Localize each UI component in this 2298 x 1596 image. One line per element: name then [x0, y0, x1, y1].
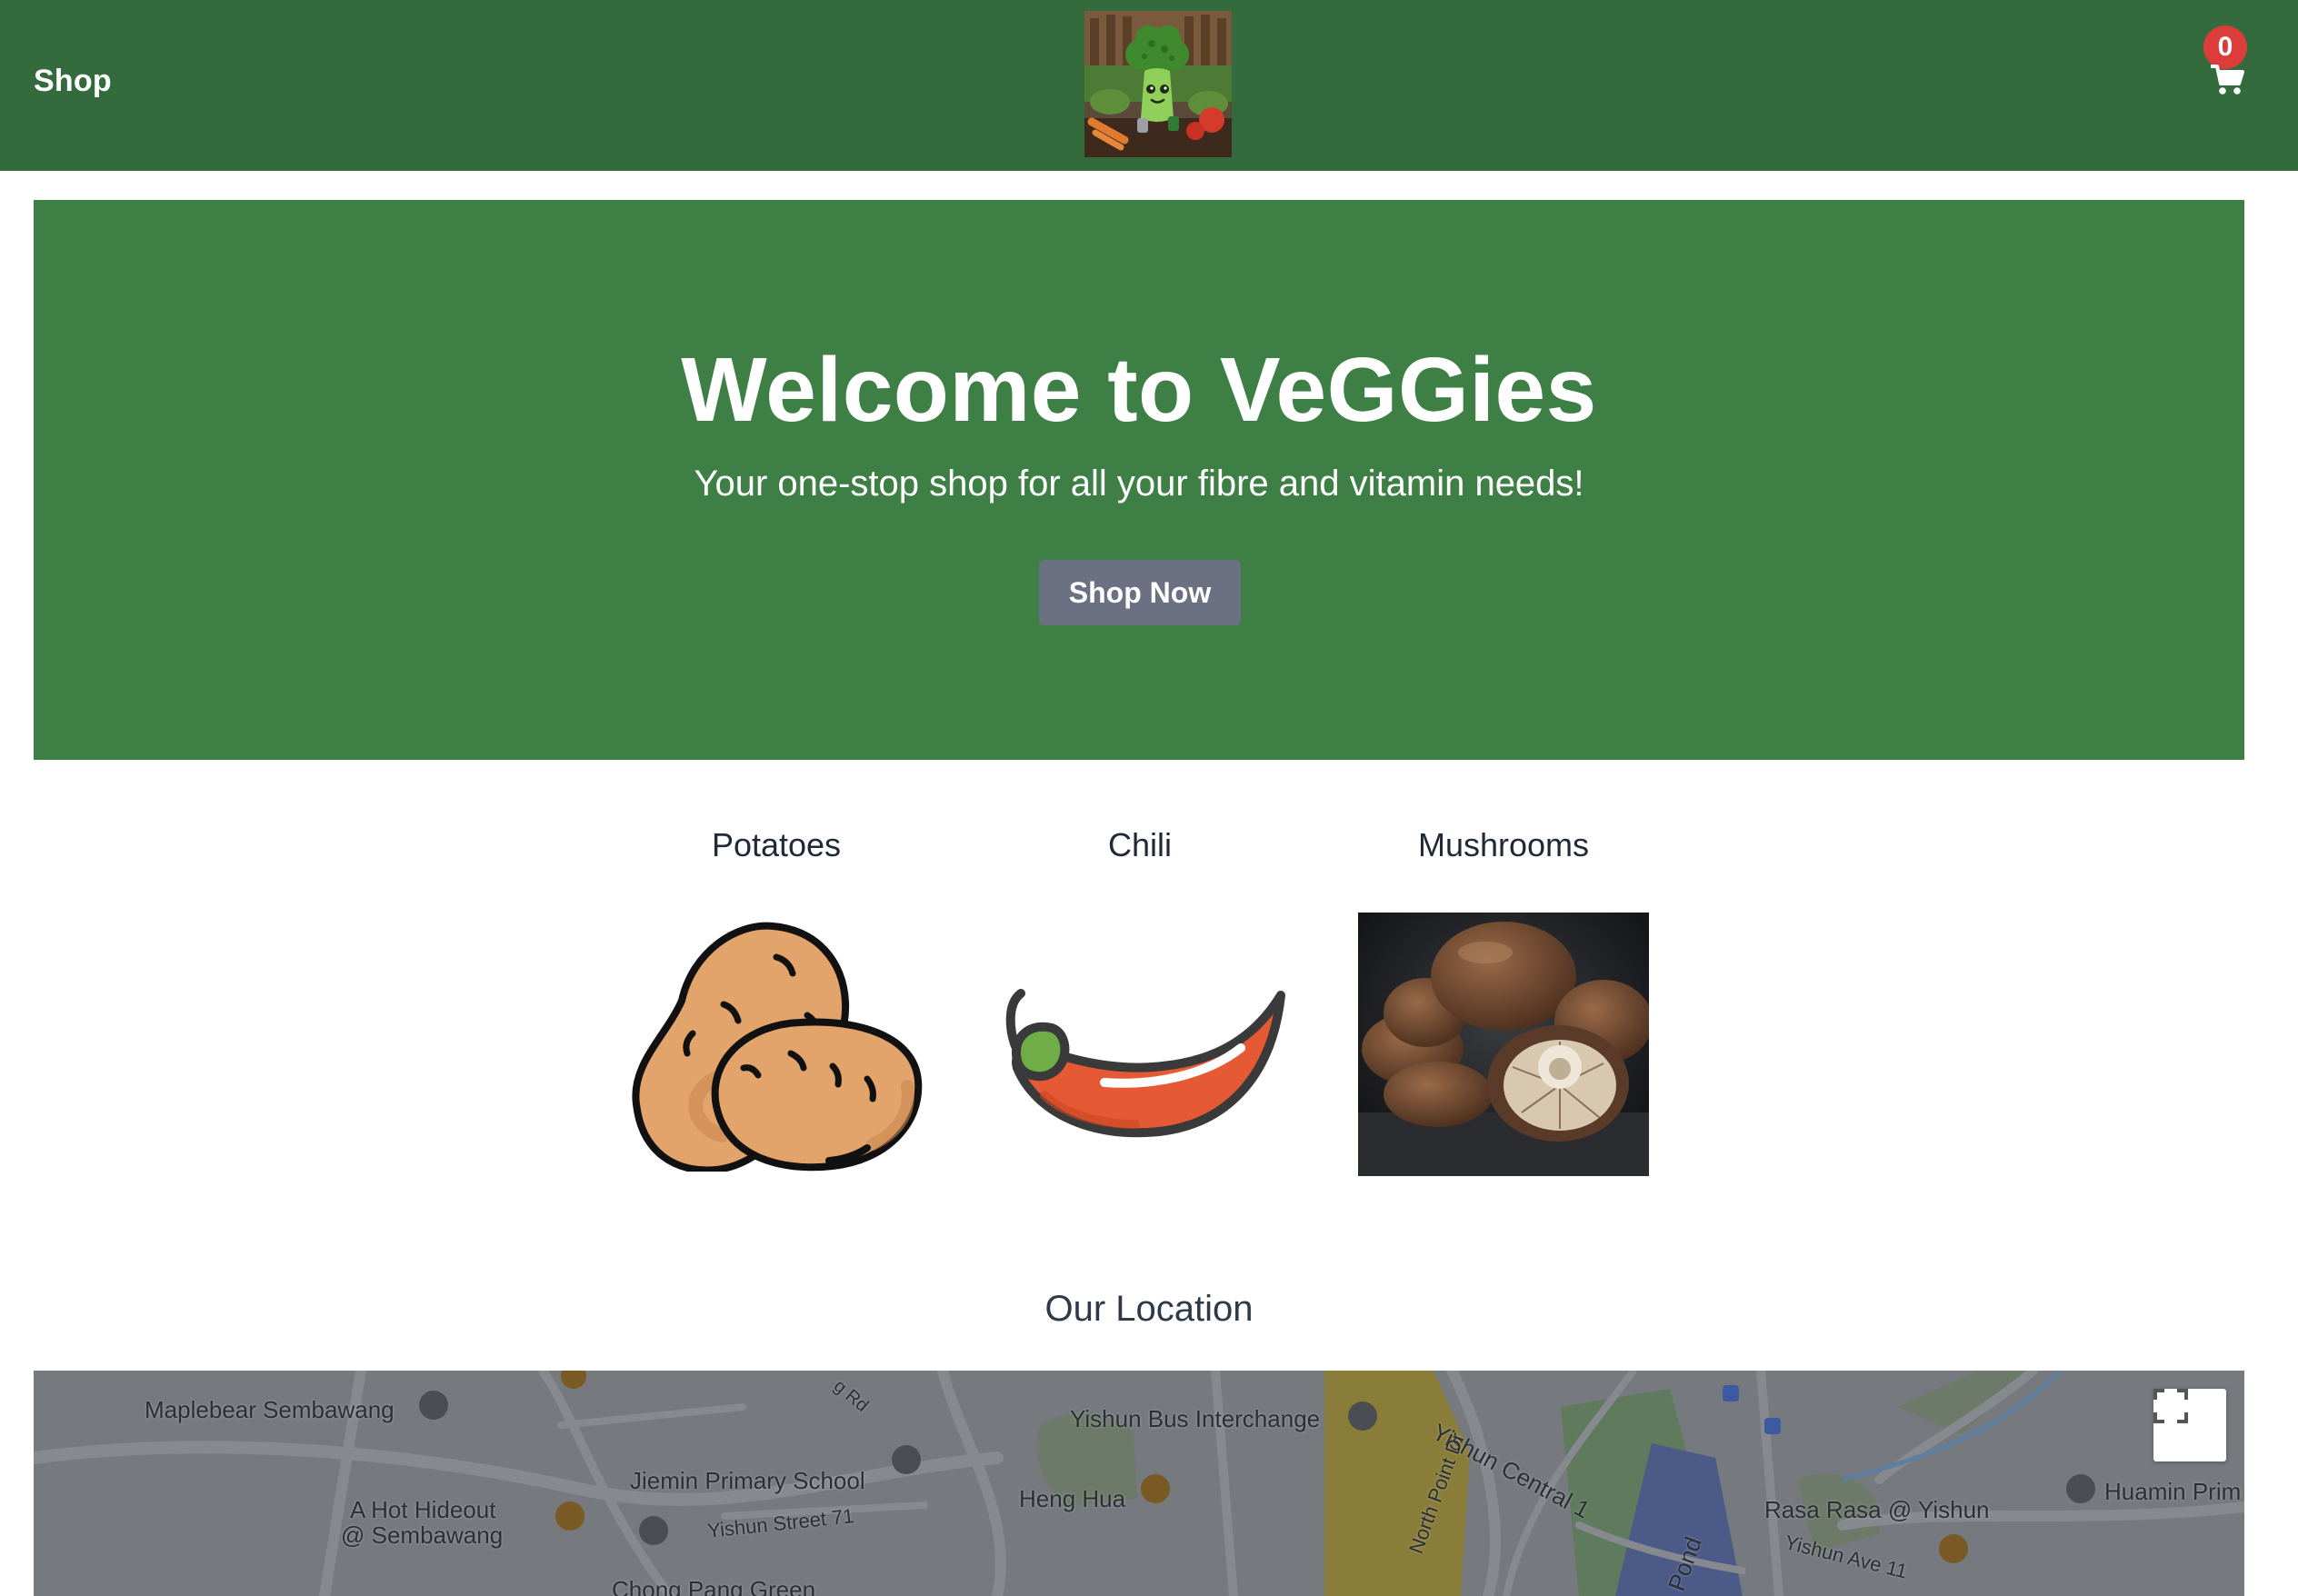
product-card-chili[interactable]: Chili	[958, 818, 1322, 1138]
product-name: Mushrooms	[1417, 826, 1590, 863]
potato-icon[interactable]	[629, 913, 924, 1174]
broccoli-mascot-icon[interactable]	[1084, 11, 1232, 157]
embedded-map[interactable]: Maplebear Sembawang Yishun Bus Interchan…	[34, 1371, 2244, 1596]
mushroom-photo[interactable]	[1358, 913, 1653, 1176]
map-label: Jiemin Primary School	[630, 1467, 865, 1494]
map-label: Heng Hua	[1019, 1485, 1126, 1512]
fullscreen-button[interactable]	[2153, 1389, 2226, 1461]
product-name: Potatoes	[711, 826, 842, 863]
shop-now-button[interactable]: Shop Now	[1039, 560, 1241, 625]
map-label: Yishun Bus Interchange	[1070, 1405, 1321, 1432]
shopping-cart-icon[interactable]	[2210, 64, 2245, 96]
site-header: Shop 0	[0, 0, 2298, 171]
nav-shop-link[interactable]: Shop	[34, 64, 112, 99]
map-label: Huamin Prim	[2104, 1478, 2242, 1505]
chili-icon[interactable]	[990, 959, 1290, 1159]
product-name: Chili	[1107, 826, 1172, 863]
map-label: Chong Pang Green	[612, 1576, 816, 1596]
product-card-mushrooms[interactable]: Mushrooms	[1322, 818, 1685, 1176]
map-label: A Hot Hideout	[350, 1496, 496, 1523]
product-card-potatoes[interactable]: Potatoes	[594, 818, 958, 1174]
hero-subtitle: Your one-stop shop for all your fibre an…	[694, 464, 1584, 504]
location-title: Our Location	[1044, 1289, 1254, 1329]
cart-count-badge[interactable]: 0	[2203, 25, 2247, 69]
hero-banner: Welcome to VeGGies Your one-stop shop fo…	[34, 200, 2244, 760]
map-label: Maplebear Sembawang	[145, 1396, 395, 1423]
map-label: Rasa Rasa @ Yishun	[1764, 1496, 1990, 1523]
map-label: @ Sembawang	[341, 1521, 504, 1549]
hero-title: Welcome to VeGGies	[681, 339, 1597, 441]
